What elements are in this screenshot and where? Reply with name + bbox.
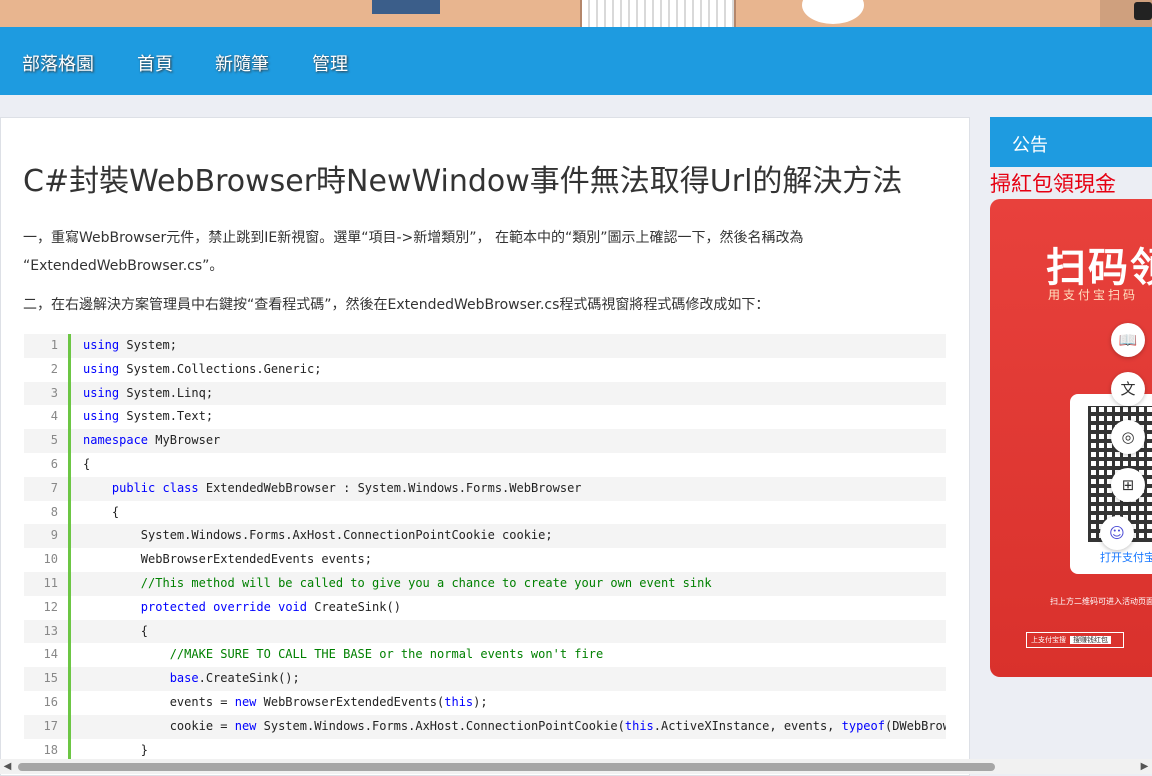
post-card: C#封裝WebBrowser時NewWindow事件無法取得Url的解決方法 一…: [0, 117, 970, 776]
code-line: 14 //MAKE SURE TO CALL THE BASE or the n…: [24, 643, 946, 668]
banner-shape: [372, 0, 440, 14]
line-number: 15: [24, 667, 71, 691]
promo-open-text: 打开支付宝: [1100, 551, 1152, 564]
code-text: using System.Linq;: [83, 385, 214, 400]
banner-cup: [802, 0, 864, 24]
code-block[interactable]: 1 using System; 2 using System.Collections.…: [24, 334, 946, 760]
code-text: protected override void CreateSink(): [140, 599, 401, 614]
code-line: 3 using System.Linq;: [24, 381, 946, 406]
post-paragraph-1-line-1: 一，重寫WebBrowser元件，禁止跳到IE新視窗。選單“項目->新增類別”，…: [23, 230, 804, 246]
code-text: base.CreateSink();: [169, 671, 300, 686]
code-line: 1 using System;: [24, 334, 946, 358]
sidebar-announcement-header: 公告: [990, 117, 1152, 167]
promo-search-bar: 上支付宝搜 搜赚钱红包: [1026, 632, 1124, 648]
code-text: public class ExtendedWebBrowser : System…: [111, 480, 582, 495]
line-number: 8: [24, 500, 71, 525]
top-nav: 部落格園 首頁 新隨筆 管理: [0, 27, 1152, 95]
reader-book-icon[interactable]: 📖: [1111, 323, 1145, 357]
post-paragraph-2: 二，在右邊解決方案管理員中右鍵按“查看程式碼”，然後在ExtendedWebBr…: [23, 297, 770, 313]
code-line: 10 WebBrowserExtendedEvents events;: [24, 548, 946, 572]
code-text: }: [83, 742, 149, 757]
code-text: //This method will be called to give you…: [140, 575, 712, 590]
line-number: 7: [24, 476, 71, 501]
code-line: 6{: [24, 452, 946, 477]
code-line: 7 public class ExtendedWebBrowser : Syst…: [24, 476, 946, 501]
nav-new-post[interactable]: 新隨筆: [215, 50, 269, 76]
code-line: 15 base.CreateSink();: [24, 667, 946, 691]
code-text: using System.Collections.Generic;: [83, 361, 322, 376]
scrollbar-thumb[interactable]: [18, 763, 995, 771]
promo-title: 扫码领: [1046, 245, 1152, 291]
code-line: 12 protected override void CreateSink(): [24, 595, 946, 620]
scroll-right-icon[interactable]: ▶: [1137, 759, 1152, 774]
promo-bar-label: 上支付宝搜: [1031, 636, 1066, 644]
nav-home[interactable]: 首頁: [137, 50, 173, 76]
code-line: 18 }: [24, 738, 946, 760]
line-number: 4: [24, 405, 71, 430]
code-line: 9 System.Windows.Forms.AxHost.Connection…: [24, 524, 946, 549]
scroll-left-icon[interactable]: ◀: [0, 759, 15, 774]
code-text: events = new WebBrowserExtendedEvents(th…: [83, 694, 488, 709]
promo-note: 扫上方二维码可进入活动页面,: [1050, 597, 1152, 606]
code-line: 8 {: [24, 500, 946, 525]
code-text: {: [83, 623, 149, 638]
post-paragraph-1: 一，重寫WebBrowser元件，禁止跳到IE新視窗。選單“項目->新增類別”，…: [23, 224, 803, 280]
code-text: WebBrowserExtendedEvents events;: [83, 552, 372, 567]
line-number: 11: [24, 571, 71, 596]
apps-grid-icon[interactable]: ⊞: [1111, 468, 1145, 502]
assistant-face-icon[interactable]: ☺: [1100, 516, 1134, 550]
post-paragraph-1-line-2: “ExtendedWebBrowser.cs”。: [23, 258, 224, 274]
code-text: {: [83, 504, 120, 519]
line-number: 13: [24, 619, 71, 644]
banner-phone: [1134, 2, 1152, 20]
code-line: 13 {: [24, 619, 946, 644]
nav-blog-home[interactable]: 部落格園: [22, 50, 94, 76]
code-line: 11 //This method will be called to give …: [24, 571, 946, 596]
promo-subtitle: 用支付宝扫码: [1048, 288, 1139, 302]
line-number: 16: [24, 690, 71, 715]
line-number: 14: [24, 643, 71, 668]
line-number: 12: [24, 595, 71, 620]
translate-icon[interactable]: 文: [1111, 372, 1145, 406]
horizontal-scrollbar[interactable]: ◀ ▶: [0, 759, 1152, 774]
line-number: 1: [24, 334, 71, 358]
nav-admin[interactable]: 管理: [312, 50, 348, 76]
line-number: 9: [24, 524, 71, 549]
code-text: //MAKE SURE TO CALL THE BASE or the norm…: [169, 647, 604, 662]
promo-bar-search: 搜赚钱红包: [1070, 636, 1111, 644]
line-number: 10: [24, 548, 71, 572]
red-envelope-link[interactable]: 掃紅包領現金: [990, 168, 1116, 198]
sidebar-heading: 公告: [1012, 135, 1048, 156]
code-line: 5 namespace MyBrowser: [24, 429, 946, 453]
line-number: 6: [24, 452, 71, 477]
code-text: using System.Text;: [83, 409, 214, 424]
line-number: 5: [24, 429, 71, 453]
line-number: 3: [24, 381, 71, 406]
code-line: 4 using System.Text;: [24, 405, 946, 430]
code-line: 16 events = new WebBrowserExtendedEvents…: [24, 690, 946, 715]
code-text: System.Windows.Forms.AxHost.ConnectionPo…: [83, 528, 553, 543]
banner-keyboard: [580, 0, 736, 27]
code-line: 17 cookie = new System.Windows.Forms.AxH…: [24, 714, 946, 739]
code-line: 2 using System.Collections.Generic;: [24, 357, 946, 382]
broadcast-icon[interactable]: ◎: [1111, 420, 1145, 454]
code-text: {: [83, 456, 91, 471]
line-number: 18: [24, 738, 71, 760]
code-text: namespace MyBrowser: [83, 433, 221, 448]
post-title: C#封裝WebBrowser時NewWindow事件無法取得Url的解決方法: [23, 164, 903, 199]
header-banner: [0, 0, 1152, 27]
code-text: using System;: [83, 338, 177, 352]
line-number: 17: [24, 714, 71, 739]
line-number: 2: [24, 357, 71, 382]
code-text: cookie = new System.Windows.Forms.AxHost…: [83, 718, 946, 733]
